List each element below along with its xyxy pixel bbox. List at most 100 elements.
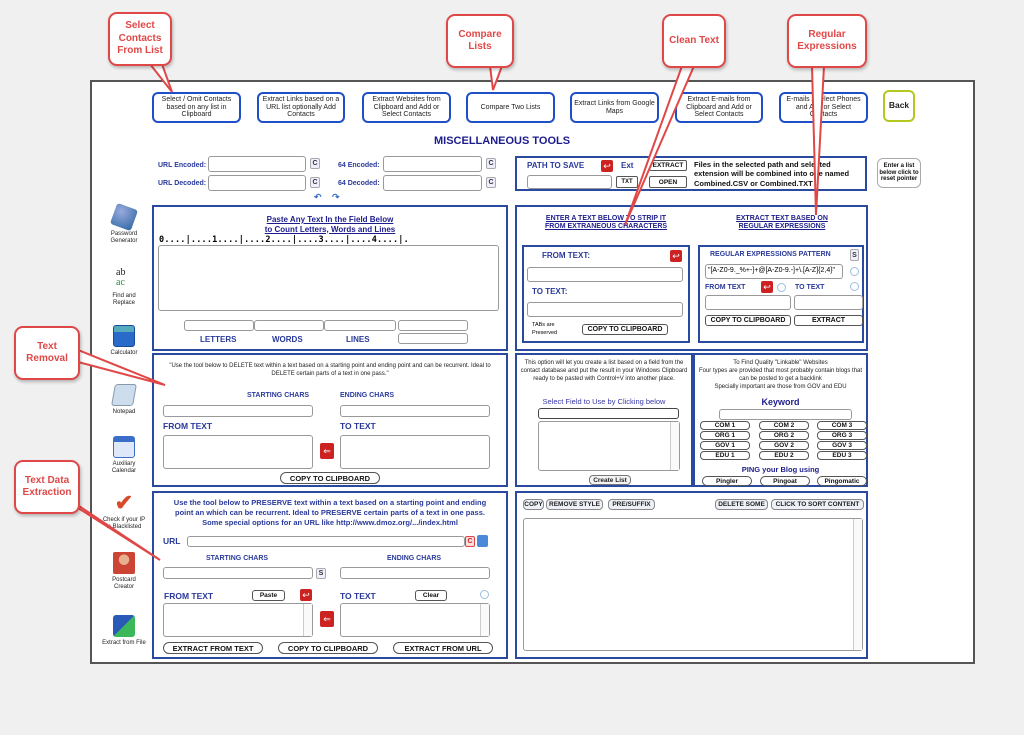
extraction-copy-button[interactable]: COPY TO CLIPBOARD: [278, 642, 378, 654]
url-encoded-clear-button[interactable]: C: [310, 158, 320, 169]
url-encoded-input[interactable]: [208, 156, 306, 172]
regex-s-button[interactable]: S: [850, 249, 859, 261]
sidebar-item-find-replace[interactable]: ab ac Find and Replace: [102, 268, 146, 306]
zoom-icon[interactable]: [850, 267, 859, 276]
zoom-icon[interactable]: [850, 282, 859, 291]
paste-arrow-icon[interactable]: ↩: [300, 589, 312, 601]
ping-pingler-button[interactable]: Pingler: [702, 476, 752, 486]
sidebar-item-extract-from-file[interactable]: Extract from File: [102, 615, 146, 647]
scrollbar[interactable]: [480, 604, 489, 636]
remove-style-button[interactable]: REMOVE STYLE: [546, 499, 603, 510]
tld-button-com-1[interactable]: COM 1: [700, 421, 750, 430]
zoom-icon[interactable]: [777, 283, 786, 292]
count-text-area[interactable]: [158, 245, 499, 311]
tld-button-edu-2[interactable]: EDU 2: [759, 451, 809, 460]
txt-button[interactable]: TXT: [616, 176, 638, 188]
extract-from-text-button[interactable]: EXTRACT FROM TEXT: [163, 642, 263, 654]
extract-button[interactable]: EXTRACT: [649, 160, 687, 171]
tld-button-edu-3[interactable]: EDU 3: [817, 451, 867, 460]
sidebar-item-password-generator[interactable]: Password Generator: [102, 202, 146, 244]
keyword-input[interactable]: [719, 409, 852, 420]
removal-to-textarea[interactable]: [340, 435, 490, 469]
regex-box: REGULAR EXPRESSIONS PATTERN S "[A-Z0-9._…: [698, 245, 864, 343]
regex-from-input[interactable]: [705, 295, 791, 310]
sort-content-button[interactable]: CLICK TO SORT CONTENT: [771, 499, 864, 510]
paste-arrow-icon[interactable]: ↩: [670, 250, 682, 262]
paste-arrow-icon[interactable]: ↩: [761, 281, 773, 293]
transfer-arrow-icon[interactable]: ⇐: [320, 611, 334, 627]
reset-pointer-button[interactable]: Enter a list below click to reset pointe…: [877, 158, 921, 188]
scrollbar[interactable]: [670, 422, 679, 470]
removal-ending-input[interactable]: [340, 405, 490, 417]
create-list-button[interactable]: Create List: [589, 475, 631, 485]
tld-button-com-2[interactable]: COM 2: [759, 421, 809, 430]
output-textarea[interactable]: [523, 518, 863, 651]
tld-button-org-3[interactable]: ORG 3: [817, 431, 867, 440]
url-input[interactable]: [187, 536, 465, 547]
browser-icon[interactable]: [477, 535, 488, 547]
regex-pattern-input[interactable]: "[A-Z0-9._%+-]+@[A-Z0-9.-]+\.[A-Z]{2,4}": [705, 264, 843, 279]
regex-extract-button[interactable]: EXTRACT: [794, 315, 863, 326]
tld-button-org-1[interactable]: ORG 1: [700, 431, 750, 440]
nav-extract-websites[interactable]: Extract Websites from Clipboard and Add …: [362, 92, 451, 123]
ping-pingoat-button[interactable]: Pingoat: [760, 476, 810, 486]
removal-starting-input[interactable]: [163, 405, 313, 417]
folder-arrow-icon[interactable]: ↩: [601, 160, 613, 172]
sidebar-item-auxiliary-calendar[interactable]: Auxiliary Calendar: [102, 436, 146, 474]
select-field-input[interactable]: [538, 408, 679, 419]
b64-encoded-input[interactable]: [383, 156, 482, 172]
clean-copy-button[interactable]: COPY TO CLIPBOARD: [582, 324, 668, 335]
lines-count: [324, 320, 396, 331]
regex-to-input[interactable]: [794, 295, 863, 310]
tld-button-org-2[interactable]: ORG 2: [759, 431, 809, 440]
open-button[interactable]: OPEN: [649, 176, 687, 188]
clear-button[interactable]: Clear: [415, 590, 447, 601]
tld-button-com-3[interactable]: COM 3: [817, 421, 867, 430]
nav-compare-two-lists[interactable]: Compare Two Lists: [466, 92, 555, 123]
extraction-ending-input[interactable]: [340, 567, 490, 579]
redo-icon[interactable]: ↷: [332, 192, 340, 203]
extraction-s-button[interactable]: S: [316, 568, 326, 579]
b64-encoded-clear-button[interactable]: C: [486, 158, 496, 169]
extraction-starting-input[interactable]: [163, 567, 313, 579]
ping-pingomatic-button[interactable]: Pingomatic: [817, 476, 867, 486]
nav-select-omit-contacts[interactable]: Select / Omit Contacts based on any list…: [152, 92, 241, 123]
paste-button[interactable]: Paste: [252, 590, 285, 601]
clean-from-input[interactable]: [527, 267, 683, 282]
transfer-arrow-icon[interactable]: ⇐: [320, 443, 334, 459]
pre-suffix-button[interactable]: PRE/SUFFIX: [608, 499, 655, 510]
b64-decoded-clear-button[interactable]: C: [486, 177, 496, 188]
sidebar-item-notepad[interactable]: Notepad: [102, 384, 146, 416]
field-list[interactable]: [538, 421, 680, 471]
tld-button-gov-2[interactable]: GOV 2: [759, 441, 809, 450]
delete-some-button[interactable]: DELETE SOME: [715, 499, 768, 510]
undo-icon[interactable]: ↶: [314, 192, 322, 203]
tld-button-gov-1[interactable]: GOV 1: [700, 441, 750, 450]
clean-to-input[interactable]: [527, 302, 683, 317]
path-input[interactable]: [527, 175, 612, 189]
scrollbar[interactable]: [303, 604, 312, 636]
scrollbar[interactable]: [853, 519, 862, 650]
nav-extract-links-url[interactable]: Extract Links based on a URL list option…: [257, 92, 345, 123]
zoom-icon[interactable]: [480, 590, 489, 599]
extraction-from-textarea[interactable]: [163, 603, 313, 637]
sidebar-item-postcard-creator[interactable]: Postcard Creator: [102, 552, 146, 590]
nav-extract-emails[interactable]: Extract E-mails from Clipboard and Add o…: [675, 92, 763, 123]
regex-copy-button[interactable]: COPY TO CLIPBOARD: [705, 315, 791, 326]
copy-button[interactable]: COPY: [523, 499, 544, 510]
b64-decoded-input[interactable]: [383, 175, 482, 191]
sidebar-item-calculator[interactable]: Calculator: [102, 325, 146, 357]
removal-from-textarea[interactable]: [163, 435, 313, 469]
removal-copy-button[interactable]: COPY TO CLIPBOARD: [280, 472, 380, 484]
sidebar-item-ip-blacklisted[interactable]: ✔ Check if your IP is Blacklisted: [102, 492, 146, 530]
url-decoded-clear-button[interactable]: C: [310, 177, 320, 188]
nav-extract-phones[interactable]: E-mails / Select Phones and Add or Selec…: [779, 92, 868, 123]
tld-button-edu-1[interactable]: EDU 1: [700, 451, 750, 460]
extract-from-url-button[interactable]: EXTRACT FROM URL: [393, 642, 493, 654]
url-decoded-input[interactable]: [208, 175, 306, 191]
nav-extract-google-maps[interactable]: Extract Links from Google Maps: [570, 92, 659, 123]
extraction-to-textarea[interactable]: [340, 603, 490, 637]
tld-button-gov-3[interactable]: GOV 3: [817, 441, 867, 450]
back-button[interactable]: Back: [883, 90, 915, 122]
url-clear-button[interactable]: C: [465, 536, 475, 547]
